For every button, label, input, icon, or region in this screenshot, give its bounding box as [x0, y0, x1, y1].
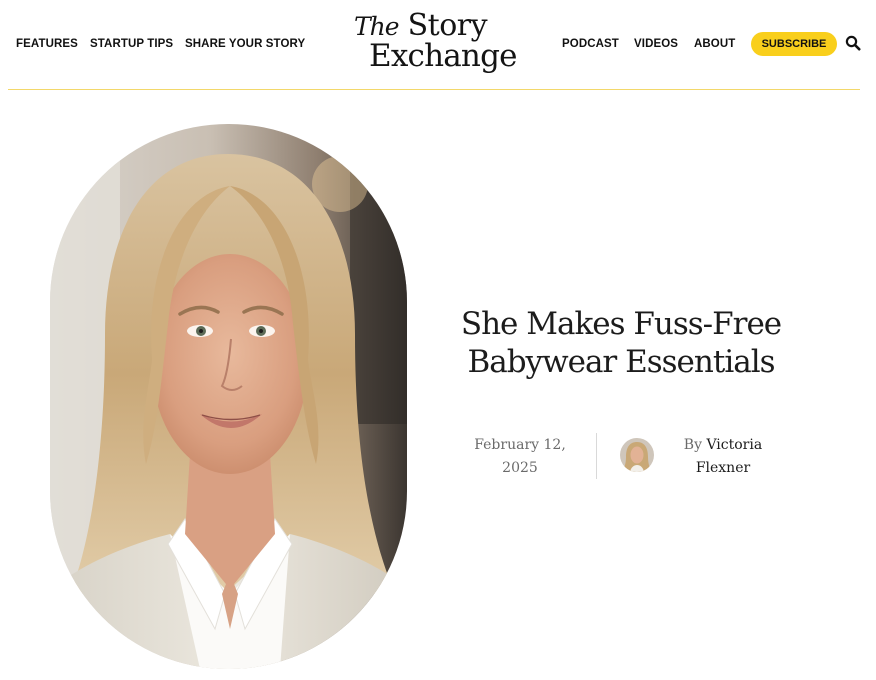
author-avatar-image [620, 438, 654, 472]
nav-link-about[interactable]: ABOUT [694, 38, 735, 51]
author-byline: By Victoria Flexner [666, 434, 780, 480]
search-icon[interactable] [845, 35, 861, 51]
headline-line-2: Babywear Essentials [467, 344, 775, 380]
logo-the: The [354, 12, 400, 41]
author-avatar[interactable] [620, 438, 654, 472]
publish-date-line-2: 2025 [502, 460, 538, 476]
nav-link-features[interactable]: FEATURES [16, 38, 78, 51]
hero-portrait[interactable] [50, 124, 407, 669]
nav-link-podcast[interactable]: PODCAST [562, 38, 619, 51]
portrait-image [50, 124, 407, 669]
logo-line-2: Exchange [369, 38, 517, 74]
nav-link-videos[interactable]: VIDEOS [634, 38, 678, 51]
meta-divider [596, 433, 597, 479]
author-name-last[interactable]: Flexner [696, 460, 750, 476]
subscribe-button[interactable]: SUBSCRIBE [751, 32, 837, 56]
nav-link-startup-tips[interactable]: STARTUP TIPS [90, 38, 173, 51]
publish-date: February 12, 2025 [464, 434, 576, 480]
article-headline: She Makes Fuss-Free Babywear Essentials [440, 305, 802, 381]
publish-date-line-1: February 12, [474, 437, 566, 453]
site-logo[interactable]: The Story Exchange [350, 8, 520, 86]
byline-prefix: By [683, 437, 702, 453]
nav-link-share-your-story[interactable]: SHARE YOUR STORY [185, 38, 305, 51]
header-divider [8, 89, 860, 90]
headline-line-1: She Makes Fuss-Free [460, 306, 782, 342]
author-name-first[interactable]: Victoria [706, 437, 762, 453]
